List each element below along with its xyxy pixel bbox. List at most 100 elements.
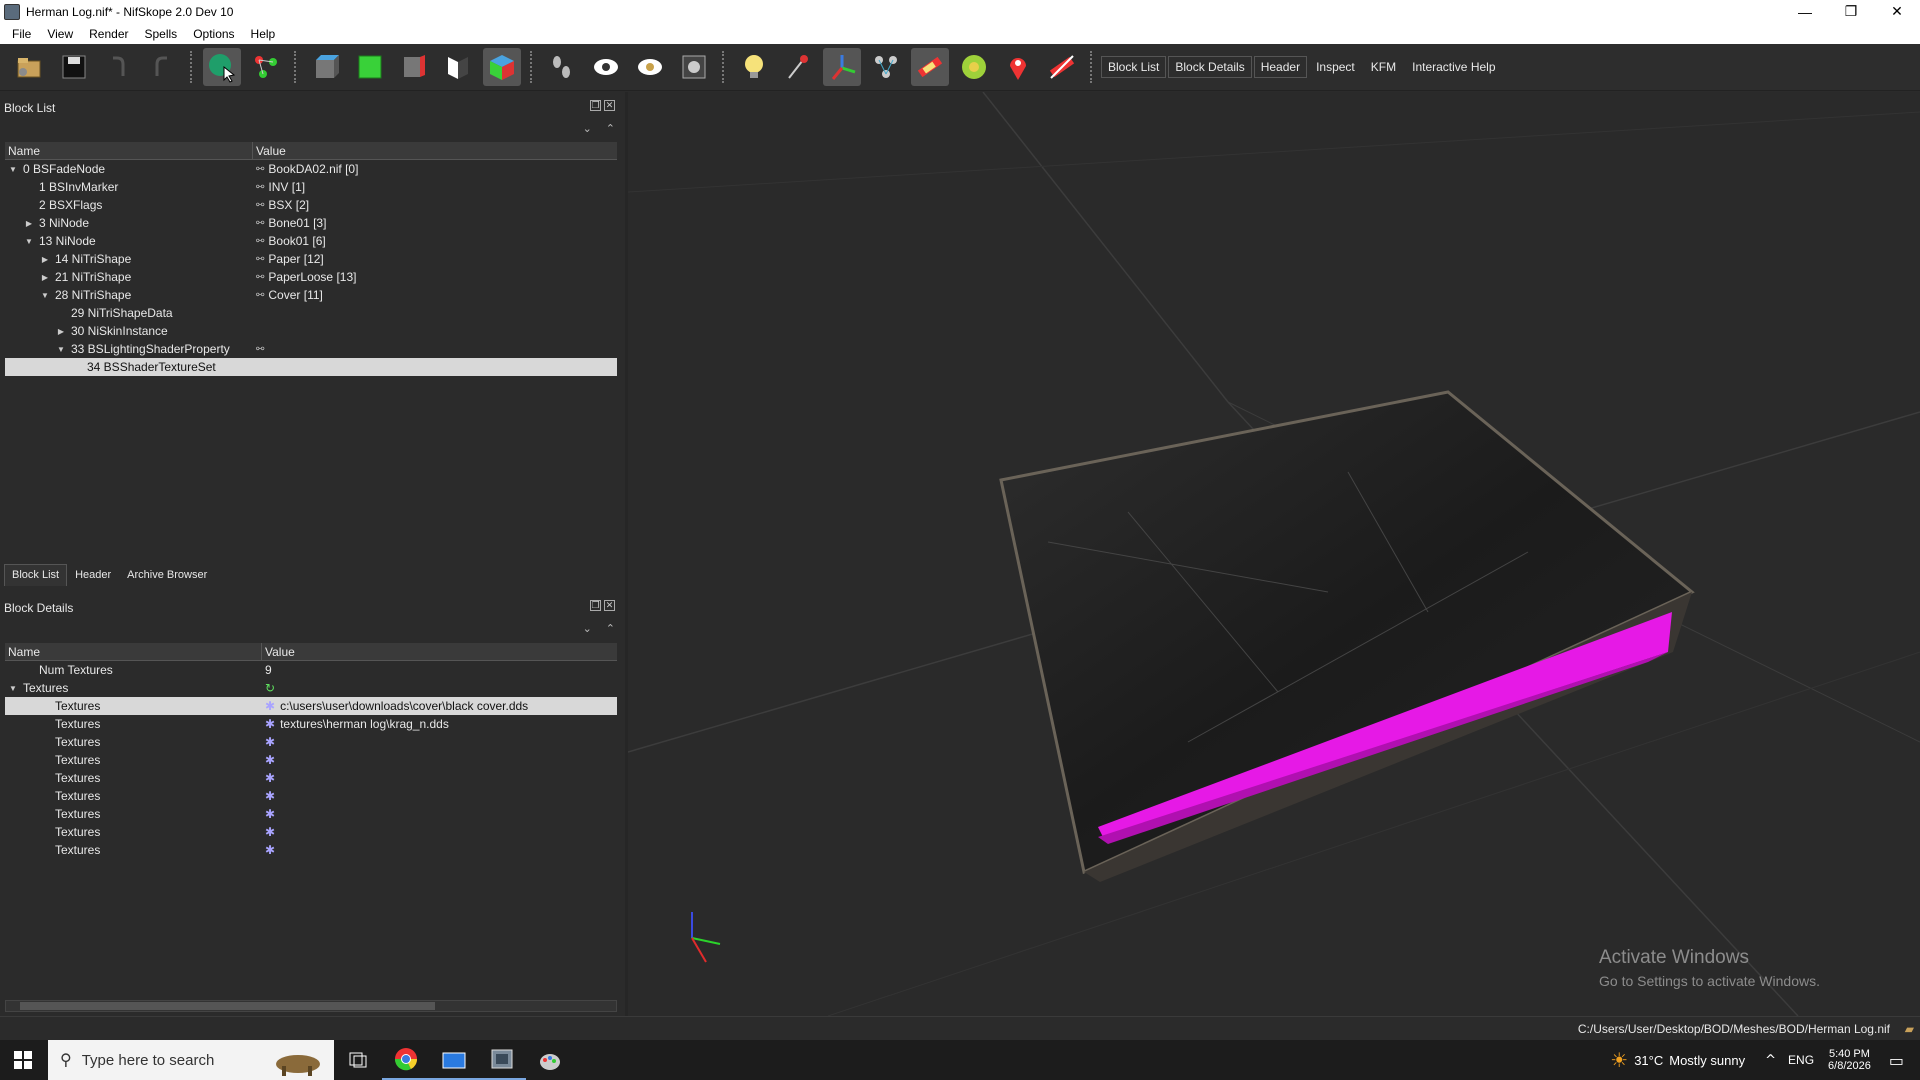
- collapsed-arrow-icon[interactable]: ▶: [55, 327, 67, 336]
- windows-start-icon[interactable]: [14, 1051, 32, 1072]
- close-dock-icon[interactable]: ✕: [604, 600, 615, 611]
- collapsed-arrow-icon[interactable]: ▶: [39, 255, 51, 264]
- tab-block-list[interactable]: Block List: [4, 564, 68, 586]
- tree-row[interactable]: ▶ 30 NiSkinInstance: [5, 322, 617, 340]
- render-viewport[interactable]: Activate Windows Go to Settings to activ…: [628, 92, 1920, 1016]
- nifskope-task-icon[interactable]: [478, 1040, 526, 1080]
- texture-icon[interactable]: ✱: [265, 789, 275, 803]
- folder-icon[interactable]: ▰: [1905, 1022, 1914, 1036]
- undo-icon[interactable]: [99, 48, 137, 86]
- view-side-icon[interactable]: [395, 48, 433, 86]
- row-value-cell[interactable]: ⚯: [253, 344, 268, 355]
- row-value-cell[interactable]: ✱: [262, 753, 280, 767]
- undock-icon[interactable]: ❐: [590, 600, 601, 611]
- lighting-icon[interactable]: [735, 48, 773, 86]
- collapse-down-icon[interactable]: ⌄: [583, 622, 592, 635]
- expanded-arrow-icon[interactable]: ▼: [39, 291, 51, 300]
- scrollbar-thumb[interactable]: [20, 1002, 435, 1010]
- temperature[interactable]: 31°C: [1634, 1053, 1663, 1068]
- walk-mode-icon[interactable]: [543, 48, 581, 86]
- row-value-cell[interactable]: ⚯ Cover [11]: [253, 288, 323, 302]
- file-explorer-icon[interactable]: [430, 1040, 478, 1080]
- tree-row[interactable]: · Textures ✱: [5, 787, 617, 805]
- toolbar-kfm[interactable]: KFM: [1364, 56, 1403, 78]
- menu-view[interactable]: View: [39, 27, 81, 41]
- row-value-cell[interactable]: ✱: [262, 771, 280, 785]
- view-perspective-icon[interactable]: [483, 48, 521, 86]
- row-value-cell[interactable]: ↻: [262, 681, 279, 695]
- tree-row[interactable]: · 2 BSXFlags ⚯BSX [2]: [5, 196, 617, 214]
- toolbar-interactive-help[interactable]: Interactive Help: [1405, 56, 1502, 78]
- toolbar-header[interactable]: Header: [1253, 56, 1308, 78]
- toolbar-inspect[interactable]: Inspect: [1309, 56, 1362, 78]
- open-file-icon[interactable]: [11, 48, 49, 86]
- chevron-up-icon[interactable]: ^: [1765, 1053, 1776, 1068]
- expanded-arrow-icon[interactable]: ▼: [7, 165, 19, 174]
- tree-row[interactable]: ▼ 33 BSLightingShaderProperty ⚯: [5, 340, 617, 358]
- view-front-icon[interactable]: [351, 48, 389, 86]
- tree-row[interactable]: · Num Textures 9: [5, 661, 617, 679]
- close-button[interactable]: ✕: [1874, 0, 1920, 23]
- show-hidden-icon[interactable]: [587, 48, 625, 86]
- show-eye-icon[interactable]: [631, 48, 669, 86]
- row-value-cell[interactable]: ✱ textures\herman log\krag_n.dds: [262, 717, 449, 731]
- select-object-icon[interactable]: [203, 48, 241, 86]
- tree-row[interactable]: ▼ 0 BSFadeNode ⚯ BookDA02.nif [0]: [5, 160, 617, 178]
- select-vertex-icon[interactable]: [247, 48, 285, 86]
- show-havok-icon[interactable]: [911, 48, 949, 86]
- texture-icon[interactable]: ✱: [265, 753, 275, 767]
- texture-icon[interactable]: ✱: [265, 771, 275, 785]
- toolbar-block-details[interactable]: Block Details: [1168, 56, 1252, 78]
- tree-row[interactable]: · Textures ✱: [5, 805, 617, 823]
- weather-text[interactable]: Mostly sunny: [1669, 1053, 1745, 1068]
- tree-row[interactable]: · Textures ✱ c:\users\user\downloads\cover\…: [5, 697, 617, 715]
- texture-icon[interactable]: ✱: [265, 735, 275, 749]
- tab-header[interactable]: Header: [67, 564, 119, 586]
- menu-render[interactable]: Render: [81, 27, 136, 41]
- tree-row[interactable]: · 1 BSInvMarker ⚯INV [1]: [5, 178, 617, 196]
- row-value-cell[interactable]: ✱: [262, 843, 280, 857]
- menu-options[interactable]: Options: [185, 27, 242, 41]
- menu-spells[interactable]: Spells: [137, 27, 186, 41]
- view-top-icon[interactable]: [307, 48, 345, 86]
- tree-row[interactable]: · Textures ✱: [5, 841, 617, 859]
- language-indicator[interactable]: ENG: [1788, 1053, 1814, 1067]
- menu-file[interactable]: File: [4, 27, 39, 41]
- tree-row[interactable]: ▼ Textures ↻: [5, 679, 617, 697]
- tree-row[interactable]: · Textures ✱: [5, 751, 617, 769]
- tree-row[interactable]: ▶ 14 NiTriShape ⚯ Paper [12]: [5, 250, 617, 268]
- collapsed-arrow-icon[interactable]: ▶: [39, 273, 51, 282]
- redo-icon[interactable]: [143, 48, 181, 86]
- view-flip-icon[interactable]: [439, 48, 477, 86]
- tab-archive-browser[interactable]: Archive Browser: [119, 564, 215, 586]
- collapse-up-icon[interactable]: ⌃: [606, 122, 615, 135]
- horizontal-scrollbar[interactable]: [5, 1000, 617, 1012]
- row-value-cell[interactable]: ⚯ PaperLoose [13]: [253, 270, 356, 284]
- restore-button[interactable]: ❐: [1828, 0, 1874, 23]
- tree-row[interactable]: ▶ 21 NiTriShape ⚯ PaperLoose [13]: [5, 268, 617, 286]
- row-value-cell[interactable]: ✱: [262, 735, 280, 749]
- show-nodes-icon[interactable]: [867, 48, 905, 86]
- tree-row[interactable]: · Textures ✱ textures\herman log\krag_n.dds: [5, 715, 617, 733]
- show-axes-icon[interactable]: [823, 48, 861, 86]
- row-value-cell[interactable]: ✱: [262, 789, 280, 803]
- col-value[interactable]: Value: [262, 643, 617, 660]
- tree-row[interactable]: · Textures ✱: [5, 733, 617, 751]
- row-value-cell[interactable]: ✱: [262, 825, 280, 839]
- chrome-icon[interactable]: [382, 1040, 430, 1080]
- texture-icon[interactable]: ✱: [265, 717, 275, 731]
- minimize-button[interactable]: —: [1782, 0, 1828, 23]
- row-value-cell[interactable]: ✱ c:\users\user\downloads\cover\black cov…: [262, 699, 528, 713]
- undock-icon[interactable]: ❐: [590, 100, 601, 111]
- tree-row[interactable]: · Textures ✱: [5, 823, 617, 841]
- tree-row[interactable]: · 34 BSShaderTextureSet: [5, 358, 617, 376]
- tree-row[interactable]: ▶ 3 NiNode ⚯ Bone01 [3]: [5, 214, 617, 232]
- texture-icon[interactable]: ✱: [265, 825, 275, 839]
- col-name[interactable]: Name: [5, 142, 253, 159]
- collapse-up-icon[interactable]: ⌃: [606, 622, 615, 635]
- notification-icon[interactable]: ▭: [1889, 1051, 1904, 1070]
- row-value-cell[interactable]: ✱: [262, 807, 280, 821]
- row-value-cell[interactable]: ⚯ Paper [12]: [253, 252, 324, 266]
- collapse-down-icon[interactable]: ⌄: [583, 122, 592, 135]
- expanded-arrow-icon[interactable]: ▼: [55, 345, 67, 354]
